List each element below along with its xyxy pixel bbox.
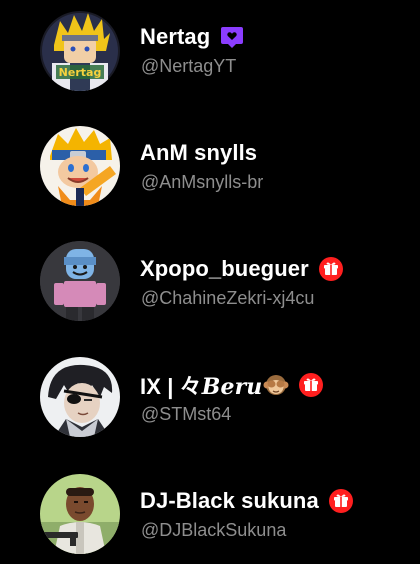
avatar[interactable] xyxy=(40,474,120,554)
user-handle: @AnMsnylls-br xyxy=(141,172,264,192)
avatar[interactable] xyxy=(40,126,120,206)
display-name: DJ-Black sukuna xyxy=(140,488,319,513)
display-name: AnM snylls xyxy=(140,140,258,165)
name-line: DJ-Black sukuna xyxy=(140,486,353,516)
user-handle: @DJBlackSukuna xyxy=(141,520,287,540)
purple-heart-message-icon xyxy=(220,25,244,49)
user-row-nertag[interactable]: Nertag Nertag @NertagYT xyxy=(0,0,420,100)
user-row-beru[interactable]: IX | 々Beru @STMst64 xyxy=(0,348,420,448)
red-gift-icon xyxy=(299,373,324,397)
avatar[interactable] xyxy=(40,241,120,321)
user-row-xpopo-bueguer[interactable]: Xpopo_bueguer @ChahineZekri-xj4cu xyxy=(0,232,420,332)
user-handle: @NertagYT xyxy=(141,56,237,76)
user-handle: @ChahineZekri-xj4cu xyxy=(141,288,315,308)
user-row-dj-black-sukuna[interactable]: DJ-Black sukuna @DJBlackSukuna xyxy=(0,464,420,564)
avatar[interactable] xyxy=(40,357,120,437)
display-name: Xpopo_bueguer xyxy=(140,256,309,281)
red-gift-icon xyxy=(328,489,353,513)
user-list: Nertag Nertag @NertagYT AnM snylls @AnMs… xyxy=(0,0,420,560)
user-row-anm-snylls[interactable]: AnM snylls @AnMsnylls-br xyxy=(0,116,420,216)
display-name: IX | 々Beru xyxy=(140,374,263,400)
svg-text:Nertag: Nertag xyxy=(59,66,102,79)
name-line: AnM snylls xyxy=(140,138,257,168)
see-no-evil-monkey-icon xyxy=(263,372,289,398)
name-line: Xpopo_bueguer xyxy=(140,254,343,284)
user-handle: @STMst64 xyxy=(141,404,232,424)
display-name: Nertag xyxy=(140,24,211,49)
avatar[interactable]: Nertag xyxy=(40,11,120,91)
name-line: Nertag xyxy=(140,22,244,52)
name-line: IX | 々Beru xyxy=(140,370,324,400)
red-gift-icon xyxy=(318,257,343,281)
